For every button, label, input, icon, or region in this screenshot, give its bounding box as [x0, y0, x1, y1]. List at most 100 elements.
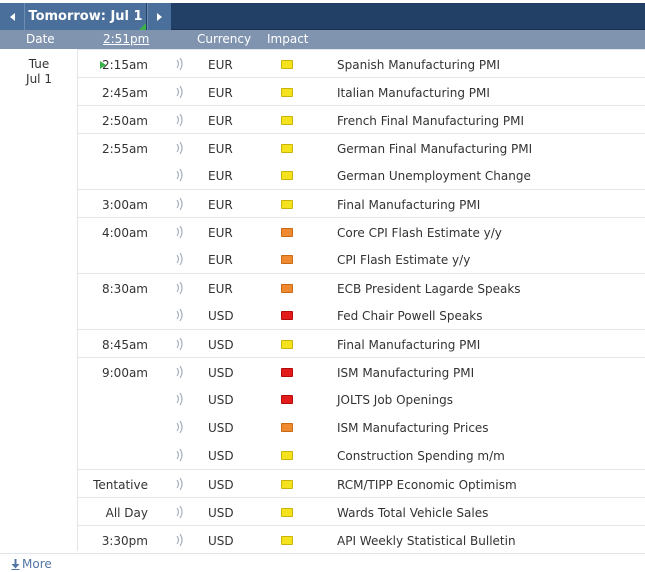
- sound-wave-icon[interactable]: [174, 420, 186, 434]
- impact-yellow-folder-icon[interactable]: [281, 340, 293, 349]
- event-title[interactable]: Construction Spending m/m: [337, 449, 505, 463]
- impact-yellow-folder-icon[interactable]: [281, 88, 293, 97]
- event-time: Tentative: [93, 478, 148, 492]
- sound-wave-icon[interactable]: [174, 141, 186, 155]
- event-title[interactable]: ISM Manufacturing PMI: [337, 366, 474, 380]
- header-time-link[interactable]: 2:51pm: [103, 32, 149, 46]
- event-title[interactable]: API Weekly Statistical Bulletin: [337, 534, 516, 548]
- calendar-nav-bar: Tomorrow: Jul 1: [0, 0, 645, 32]
- event-row[interactable]: USD Construction Spending m/m: [78, 441, 645, 469]
- event-time: 2:55am: [102, 142, 148, 156]
- sound-wave-icon[interactable]: [174, 392, 186, 406]
- event-currency: USD: [208, 478, 234, 492]
- event-title[interactable]: Final Manufacturing PMI: [337, 338, 480, 352]
- event-time: 4:00am: [102, 226, 148, 240]
- more-link[interactable]: More: [11, 557, 52, 571]
- impact-red-folder-icon[interactable]: [281, 395, 293, 404]
- event-currency: EUR: [208, 282, 233, 296]
- event-title[interactable]: CPI Flash Estimate y/y: [337, 253, 470, 267]
- event-time: 2:15am: [102, 58, 148, 72]
- event-row[interactable]: USD ISM Manufacturing Prices: [78, 413, 645, 441]
- event-title[interactable]: Spanish Manufacturing PMI: [337, 58, 500, 72]
- current-day-text: Tomorrow: Jul 1: [28, 9, 143, 24]
- impact-yellow-folder-icon[interactable]: [281, 451, 293, 460]
- current-day-label[interactable]: Tomorrow: Jul 1: [25, 3, 146, 30]
- impact-red-folder-icon[interactable]: [281, 311, 293, 320]
- corner-marker-icon: [139, 23, 146, 30]
- event-row[interactable]: 2:15am EUR Spanish Manufacturing PMI: [78, 49, 645, 77]
- event-row[interactable]: Tentative USD RCM/TIPP Economic Optimism: [78, 469, 645, 497]
- event-title[interactable]: ISM Manufacturing Prices: [337, 421, 489, 435]
- sound-wave-icon[interactable]: [174, 281, 186, 295]
- event-title[interactable]: ECB President Lagarde Speaks: [337, 282, 521, 296]
- sound-wave-icon[interactable]: [174, 57, 186, 71]
- next-day-button[interactable]: [147, 3, 171, 30]
- impact-yellow-folder-icon[interactable]: [281, 171, 293, 180]
- event-row[interactable]: 3:30pm USD API Weekly Statistical Bulletin: [78, 525, 645, 553]
- sound-wave-icon[interactable]: [174, 197, 186, 211]
- event-title[interactable]: Final Manufacturing PMI: [337, 198, 480, 212]
- event-title[interactable]: German Final Manufacturing PMI: [337, 142, 532, 156]
- previous-day-button[interactable]: [0, 3, 25, 30]
- sound-wave-icon[interactable]: [174, 365, 186, 379]
- impact-yellow-folder-icon[interactable]: [281, 200, 293, 209]
- column-header: Date 2:51pm Currency Impact: [0, 30, 645, 49]
- event-row[interactable]: 9:00am USD ISM Manufacturing PMI: [78, 357, 645, 385]
- header-impact: Impact: [267, 32, 309, 46]
- event-title[interactable]: Wards Total Vehicle Sales: [337, 506, 488, 520]
- event-currency: EUR: [208, 253, 233, 267]
- event-title[interactable]: JOLTS Job Openings: [337, 393, 453, 407]
- event-title[interactable]: Core CPI Flash Estimate y/y: [337, 226, 502, 240]
- impact-red-folder-icon[interactable]: [281, 368, 293, 377]
- date-cell: Tue Jul 1: [0, 49, 78, 551]
- sound-wave-icon[interactable]: [174, 448, 186, 462]
- impact-orange-folder-icon[interactable]: [281, 284, 293, 293]
- impact-yellow-folder-icon[interactable]: [281, 144, 293, 153]
- sound-wave-icon[interactable]: [174, 505, 186, 519]
- event-time: All Day: [105, 506, 148, 520]
- date-number: Jul 1: [26, 72, 52, 86]
- event-title[interactable]: RCM/TIPP Economic Optimism: [337, 478, 517, 492]
- impact-yellow-folder-icon[interactable]: [281, 60, 293, 69]
- impact-orange-folder-icon[interactable]: [281, 228, 293, 237]
- event-currency: EUR: [208, 198, 233, 212]
- event-row[interactable]: 2:55am EUR German Final Manufacturing PMI: [78, 133, 645, 161]
- event-title[interactable]: French Final Manufacturing PMI: [337, 114, 524, 128]
- event-row[interactable]: 2:50am EUR French Final Manufacturing PMI: [78, 105, 645, 133]
- event-row[interactable]: USD JOLTS Job Openings: [78, 385, 645, 413]
- calendar-table: Tue Jul 1 2:15am EUR Spanish Manufacturing…: [0, 49, 645, 553]
- event-currency: EUR: [208, 58, 233, 72]
- sound-wave-icon[interactable]: [174, 113, 186, 127]
- event-title[interactable]: Italian Manufacturing PMI: [337, 86, 490, 100]
- event-row[interactable]: EUR German Unemployment Change: [78, 161, 645, 189]
- sound-wave-icon[interactable]: [174, 308, 186, 322]
- event-title[interactable]: German Unemployment Change: [337, 169, 531, 183]
- event-currency: EUR: [208, 226, 233, 240]
- sound-wave-icon[interactable]: [174, 168, 186, 182]
- event-currency: USD: [208, 366, 234, 380]
- event-currency: USD: [208, 421, 234, 435]
- event-row[interactable]: All Day USD Wards Total Vehicle Sales: [78, 497, 645, 525]
- sound-wave-icon[interactable]: [174, 225, 186, 239]
- event-row[interactable]: 8:45am USD Final Manufacturing PMI: [78, 329, 645, 357]
- impact-orange-folder-icon[interactable]: [281, 423, 293, 432]
- impact-yellow-folder-icon[interactable]: [281, 536, 293, 545]
- event-title[interactable]: Fed Chair Powell Speaks: [337, 309, 482, 323]
- event-row[interactable]: EUR CPI Flash Estimate y/y: [78, 245, 645, 273]
- impact-yellow-folder-icon[interactable]: [281, 508, 293, 517]
- header-date: Date: [26, 32, 55, 46]
- event-row[interactable]: 3:00am EUR Final Manufacturing PMI: [78, 189, 645, 217]
- event-row[interactable]: 4:00am EUR Core CPI Flash Estimate y/y: [78, 217, 645, 245]
- event-row[interactable]: 8:30am EUR ECB President Lagarde Speaks: [78, 273, 645, 301]
- more-label: More: [22, 557, 52, 571]
- sound-wave-icon[interactable]: [174, 533, 186, 547]
- sound-wave-icon[interactable]: [174, 477, 186, 491]
- sound-wave-icon[interactable]: [174, 85, 186, 99]
- sound-wave-icon[interactable]: [174, 252, 186, 266]
- impact-orange-folder-icon[interactable]: [281, 255, 293, 264]
- sound-wave-icon[interactable]: [174, 337, 186, 351]
- event-row[interactable]: 2:45am EUR Italian Manufacturing PMI: [78, 77, 645, 105]
- event-row[interactable]: USD Fed Chair Powell Speaks: [78, 301, 645, 329]
- impact-yellow-folder-icon[interactable]: [281, 116, 293, 125]
- impact-yellow-folder-icon[interactable]: [281, 480, 293, 489]
